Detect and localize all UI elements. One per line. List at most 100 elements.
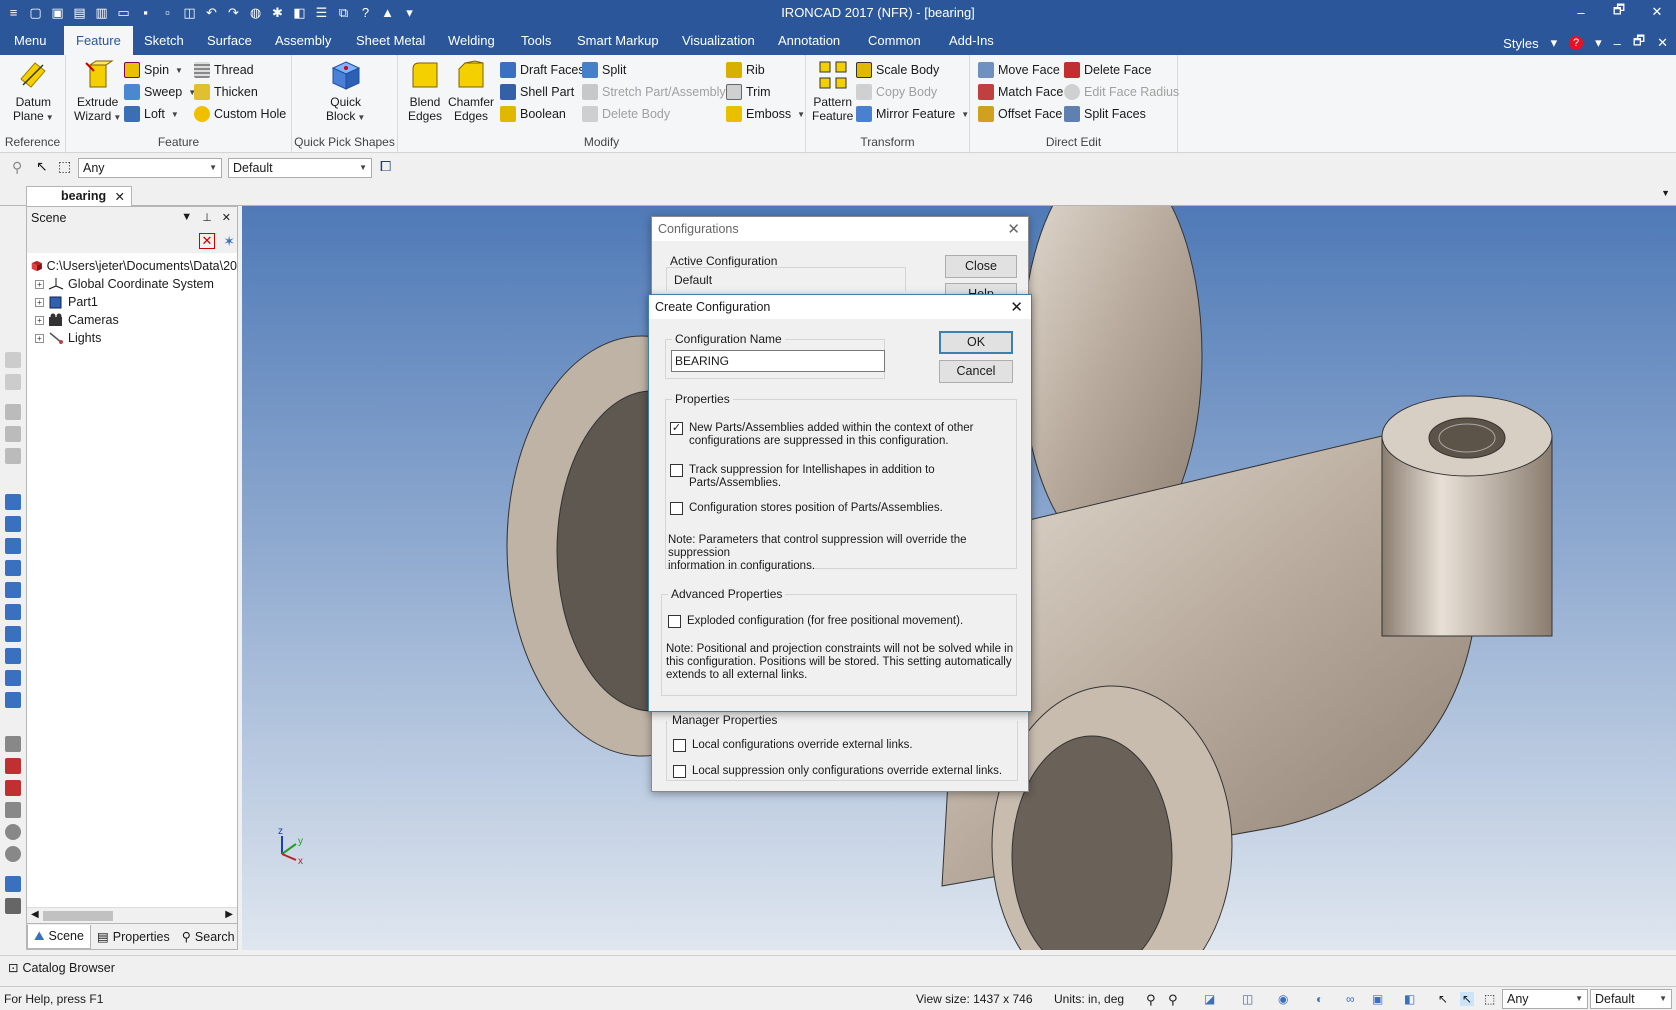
section-icon[interactable]: ◧ [1404,992,1415,1006]
tree-row-global-coordinate-system[interactable]: + Global Coordinate System [31,275,237,293]
strip-orbit-icon[interactable] [5,824,21,840]
display-mode-icon[interactable]: ◉ [1278,992,1288,1006]
strip-angle-icon[interactable] [5,802,21,818]
strip-view-icon-10[interactable] [5,692,21,708]
strip-camera-icon[interactable] [5,758,21,774]
glasses-icon[interactable]: ∞ [1346,992,1355,1006]
view-mode-icon[interactable]: ◫ [1242,992,1253,1006]
tab-surface[interactable]: Surface [195,26,264,55]
scroll-left-icon[interactable]: ◀ [31,909,39,920]
emboss-button[interactable]: Emboss ▼ [726,104,805,124]
checkbox-box[interactable] [673,739,686,752]
scale-body-button[interactable]: Scale Body [856,60,939,80]
trim-button[interactable]: Trim [726,82,771,102]
tab-assembly[interactable]: Assembly [263,26,343,55]
expand-icon[interactable]: + [35,333,44,343]
select-status-icon[interactable]: ↖ [1460,992,1475,1006]
boolean-button[interactable]: Boolean [500,104,566,124]
close-icon[interactable]: ✕ [1007,220,1020,238]
match-face-button[interactable]: Match Face [978,82,1063,102]
edit-face-radius-button[interactable]: Edit Face Radius [1064,82,1179,102]
strip-bar-icon[interactable] [5,898,21,914]
tree-row-lights[interactable]: + Lights [31,329,237,347]
status-config-combo[interactable]: Default ▼ [1590,989,1672,1009]
restore-button[interactable]: 🗗 [1600,0,1638,24]
close-tab-icon[interactable]: ✕ [115,189,125,204]
copy-body-button[interactable]: Copy Body [856,82,937,102]
rib-button[interactable]: Rib [726,60,765,80]
split-button[interactable]: Split [582,60,626,80]
draft-faces-button[interactable]: Draft Faces [500,60,585,80]
move-face-button[interactable]: Move Face [978,60,1060,80]
footer-tab-scene[interactable]: ⛰ Scene [27,924,91,949]
track-suppression-checkbox[interactable]: Track suppression for Intellishapes in a… [670,464,1016,490]
tab-smart-markup[interactable]: Smart Markup [565,26,671,55]
shell-part-button[interactable]: Shell Part [500,82,574,102]
offset-face-button[interactable]: Offset Face [978,104,1062,124]
styles-menu[interactable]: Styles [1503,36,1538,51]
split-faces-button[interactable]: Split Faces [1064,104,1146,124]
local-override-checkbox[interactable]: Local configurations override external l… [673,739,913,752]
ribbon-minimize-icon[interactable]: – [1614,36,1621,51]
zoom-icon[interactable]: ⚲ [1146,992,1156,1008]
configuration-name-input[interactable]: BEARING [671,350,885,372]
strip-curve-icon[interactable] [5,876,21,892]
minimize-button[interactable]: – [1562,0,1600,24]
ribbon-close-icon[interactable]: ✕ [1657,35,1668,51]
pin-icon[interactable]: ⊥ [202,211,212,224]
tab-common[interactable]: Common [856,26,933,55]
strip-measure-icon[interactable] [5,736,21,752]
cube-icon[interactable]: ▣ [1372,992,1383,1006]
expand-icon[interactable]: + [35,297,44,307]
tab-sketch[interactable]: Sketch [132,26,196,55]
zoom-area-icon[interactable]: ⚲ [1168,992,1178,1008]
pointer-icon[interactable]: ↖ [36,158,48,175]
stretch-part-button[interactable]: Stretch Part/Assembly [582,82,726,102]
scene-horizontal-scrollbar[interactable]: ◀ ▶ [27,907,237,923]
render-mode-icon[interactable]: ◐ [1316,992,1323,1006]
tab-menu[interactable]: Menu [2,26,59,55]
footer-tab-properties[interactable]: ▤ Properties [91,925,176,949]
strip-view-icon-4[interactable] [5,560,21,576]
delete-body-button[interactable]: Delete Body [582,104,670,124]
box-select-icon[interactable]: ⬚ [1484,992,1495,1006]
checkbox-box[interactable]: ✓ [670,422,683,435]
quick-block-button[interactable]: Quick Block ▼ [326,59,365,125]
thicken-button[interactable]: Thicken [194,82,258,102]
tab-annotation[interactable]: Annotation [766,26,852,55]
checkbox-box[interactable] [673,765,686,778]
help-circle-icon[interactable]: ? [1569,36,1584,50]
strip-prohibit-icon[interactable] [5,846,21,862]
strip-view-icon-8[interactable] [5,648,21,664]
local-suppression-checkbox[interactable]: Local suppression only configurations ov… [673,765,1002,778]
tree-row-part1[interactable]: + Part1 [31,293,237,311]
extrude-wizard-button[interactable]: Extrude Wizard ▼ [74,59,121,125]
pattern-feature-button[interactable]: Pattern Feature [812,59,853,123]
filter-combo[interactable]: Any ▼ [78,158,222,178]
tab-tools[interactable]: Tools [509,26,563,55]
expand-icon[interactable]: + [35,279,44,289]
custom-hole-button[interactable]: Custom Hole [194,104,286,124]
strip-view-icon-2[interactable] [5,516,21,532]
spin-button[interactable]: Spin ▼ [124,60,183,80]
status-filter-combo[interactable]: Any ▼ [1502,989,1588,1009]
delete-icon[interactable]: ✕ [199,233,215,249]
strip-view-icon-9[interactable] [5,670,21,686]
scroll-thumb[interactable] [43,911,113,921]
strip-view-icon-3[interactable] [5,538,21,554]
suppress-new-parts-checkbox[interactable]: ✓ New Parts/Assemblies added within the … [670,422,973,448]
loft-button[interactable]: Loft ▼ [124,104,179,124]
sweep-button[interactable]: Sweep ▼ [124,82,196,102]
help-dropdown-icon[interactable]: ▾ [1595,35,1602,51]
tab-add-ins[interactable]: Add-Ins [937,26,1006,55]
checkbox-box[interactable] [670,502,683,515]
chamfer-edges-button[interactable]: Chamfer Edges [448,59,494,123]
scroll-right-icon[interactable]: ▶ [225,909,233,920]
close-window-button[interactable]: ✕ [1638,0,1676,24]
tab-visualization[interactable]: Visualization [670,26,767,55]
styles-dropdown-icon[interactable]: ▾ [1551,35,1558,51]
strip-look-icon[interactable] [5,780,21,796]
tab-sheet-metal[interactable]: Sheet Metal [344,26,437,55]
strip-tool-icon-3[interactable] [5,404,21,420]
strip-tool-icon-5[interactable] [5,448,21,464]
